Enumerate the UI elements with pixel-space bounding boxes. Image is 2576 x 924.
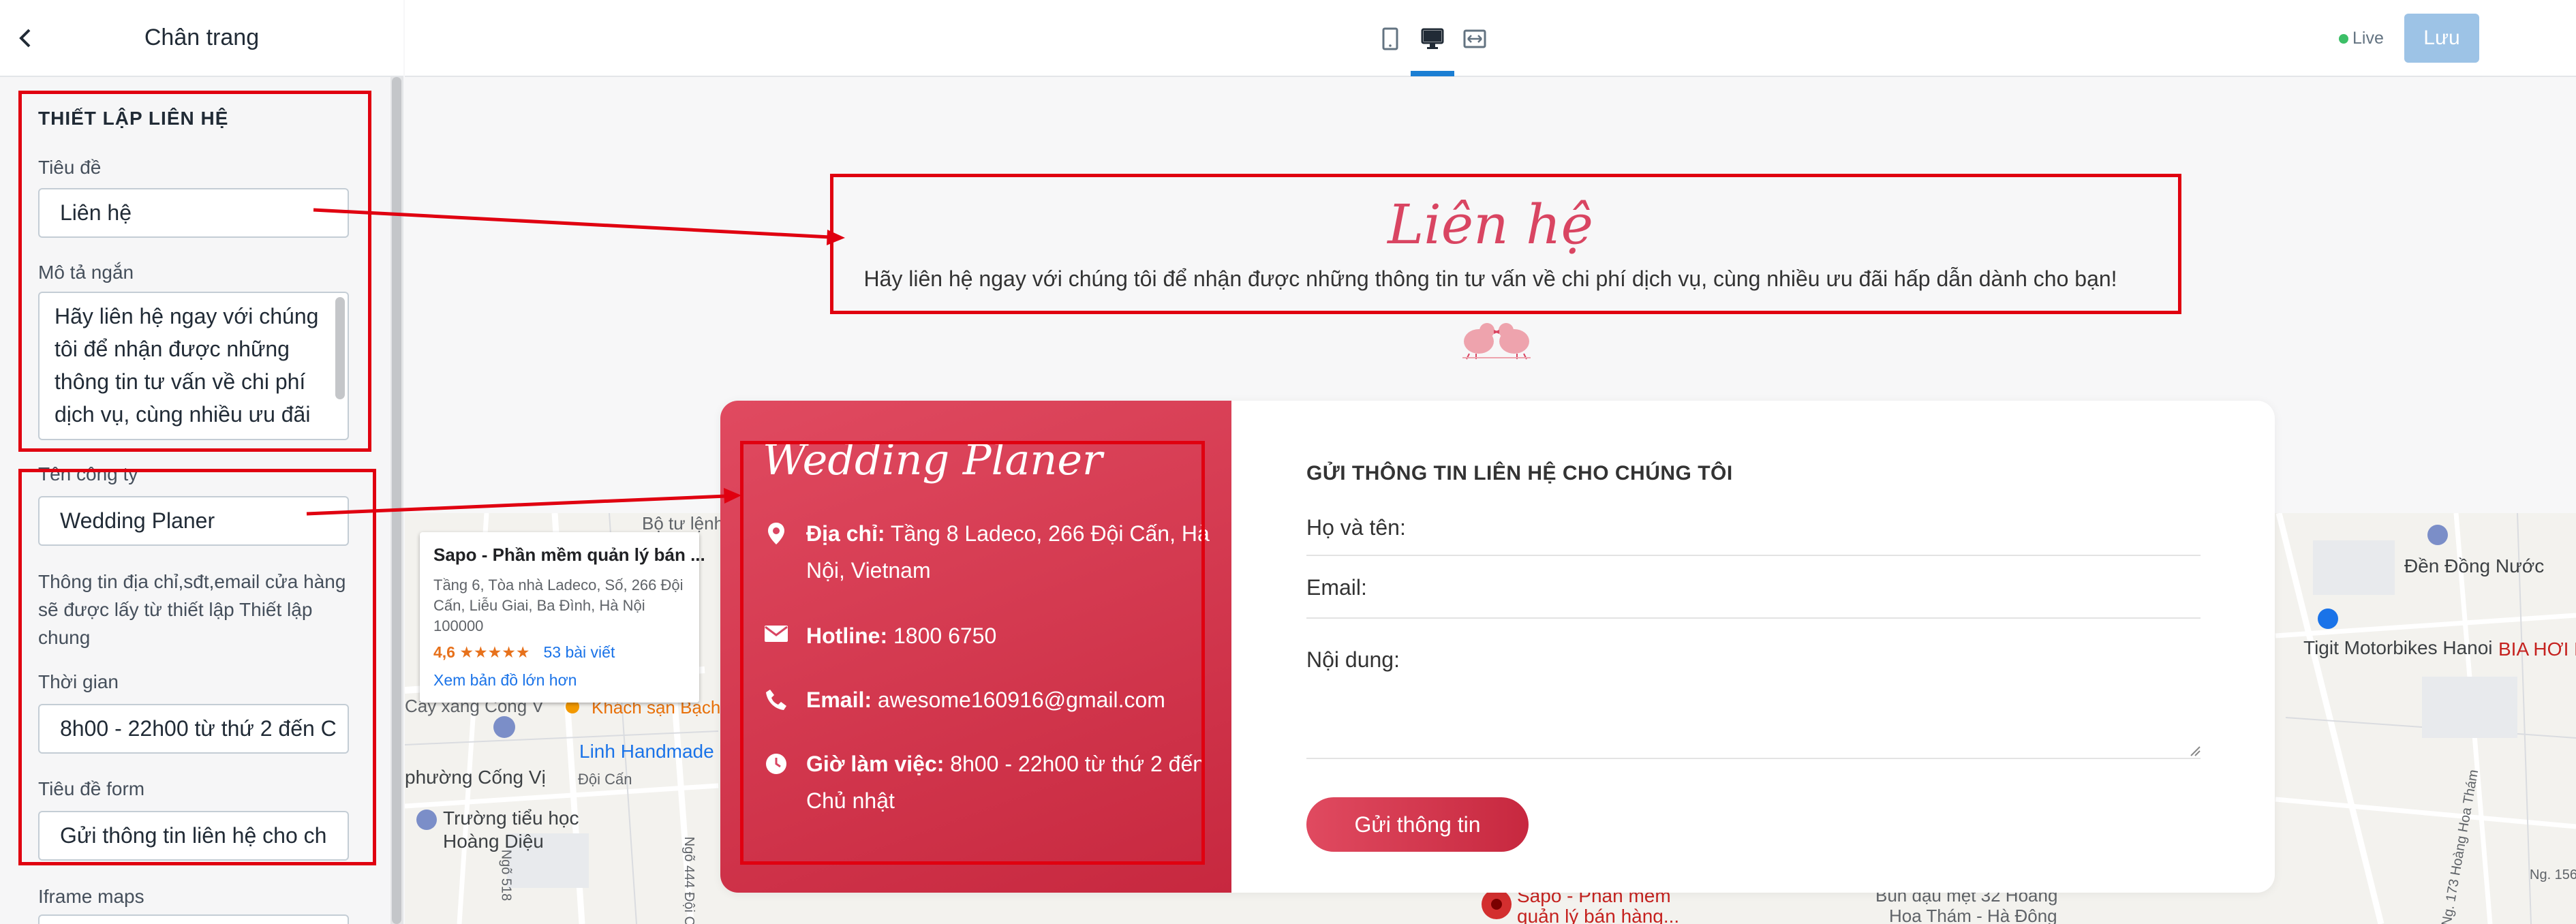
- address-text: Địa chỉ: Tầng 8 Ladeco, 266 Đội Cấn, Hà …: [806, 515, 1212, 589]
- star-rating-icon: ★★★★★: [459, 643, 530, 661]
- contact-info-panel: Wedding Planer Địa chỉ: Tầng 8 Ladeco, 2…: [720, 401, 1231, 893]
- map-card-rating-value: 4,6: [433, 643, 455, 661]
- map-place-card: Sapo - Phần mềm quản lý bán ... Tầng 6, …: [420, 532, 705, 703]
- address-row: Địa chỉ: Tầng 8 Ladeco, 266 Đội Cấn, Hà …: [763, 515, 1212, 589]
- love-birds-icon: [1462, 323, 1531, 360]
- live-label: Live: [2352, 29, 2384, 48]
- section-title: THIẾT LẬP LIÊN HỆ: [38, 108, 229, 129]
- map-card-title: Sapo - Phần mềm quản lý bán ...: [433, 544, 705, 565]
- email-row: Email: awesome160916@gmail.com: [763, 681, 1212, 718]
- map-label-ngo444: Ngõ 444 Đội Cấn: [681, 836, 697, 924]
- form-title: GỬI THÔNG TIN LIÊN HỆ CHO CHÚNG TÔI: [1306, 462, 1733, 484]
- hotline-text: Hotline: 1800 6750: [806, 617, 996, 654]
- save-button[interactable]: Lưu: [2404, 14, 2479, 63]
- hours-label: Giờ làm việc:: [806, 752, 945, 776]
- textarea-scrollbar[interactable]: [335, 297, 345, 399]
- iframe-label: Iframe maps: [38, 886, 144, 907]
- map-label-phuong-cong-vi: phường Cống Vị: [405, 767, 546, 788]
- desktop-icon: [1421, 28, 1444, 49]
- hotline-label: Hotline:: [806, 623, 888, 648]
- address-label: Địa chỉ:: [806, 521, 885, 546]
- content-field[interactable]: Nội dung:: [1306, 647, 2201, 759]
- resize-handle-icon[interactable]: [2188, 744, 2201, 756]
- panel-title: Chân trang: [144, 25, 260, 50]
- map-label-bun-dau-2: Hoa Thám - Hà Đông: [1889, 906, 2057, 924]
- name-field-label: Họ và tên:: [1306, 515, 1406, 540]
- map-label-den-dong-nuoc: Đền Đồng Nước: [2404, 555, 2545, 576]
- map-card-rating: 4,6 ★★★★★ 53 bài viết: [433, 643, 686, 662]
- email-field[interactable]: Email:: [1306, 575, 2201, 619]
- map-card-reviews-link[interactable]: 53 bài viết: [543, 643, 615, 662]
- help-text: Thông tin địa chỉ,sđt,email cửa hàng sẽ …: [38, 571, 346, 648]
- active-tab-indicator: [1411, 71, 1454, 76]
- map-label-hoang-dieu: Hoàng Diệu: [443, 831, 544, 852]
- map-label-linh-handmade: Linh Handmade: [579, 741, 714, 762]
- description-label: Mô tả ngắn: [38, 262, 134, 283]
- email-text: Email: awesome160916@gmail.com: [806, 681, 1165, 718]
- fullwidth-view-button[interactable]: [1458, 22, 1491, 56]
- name-field[interactable]: Họ và tên:: [1306, 515, 2201, 556]
- map-pin-icon: [763, 515, 790, 589]
- time-input[interactable]: 8h00 - 22h00 từ thứ 2 đến C: [38, 704, 349, 754]
- hotline-row: Hotline: 1800 6750: [763, 617, 1212, 654]
- map-card-address: Tầng 6, Tòa nhà Ladeco, Số, 266 Đội Cấn,…: [433, 576, 684, 634]
- map-label-truong: Trường tiểu học: [443, 807, 579, 829]
- panel-scrollbar-thumb[interactable]: [392, 77, 401, 924]
- description-textarea[interactable]: Hãy liên hệ ngay với chúng tôi để nhận đ…: [38, 292, 349, 440]
- hours-text: Giờ làm việc: 8h00 - 22h00 từ thứ 2 đến …: [806, 745, 1212, 819]
- live-status: Live: [2339, 29, 2384, 48]
- mobile-icon: [1382, 27, 1398, 50]
- title-label: Tiêu đề: [38, 157, 102, 178]
- iframe-input[interactable]: [38, 914, 349, 924]
- submit-button[interactable]: Gửi thông tin: [1306, 797, 1529, 852]
- map-label-ng156: Ng. 156: [2530, 867, 2576, 882]
- map-label-ngo: Ngõ 518: [498, 849, 514, 902]
- hotline-value: 1800 6750: [893, 623, 997, 648]
- hours-row: Giờ làm việc: 8h00 - 22h00 từ thứ 2 đến …: [763, 745, 1212, 819]
- company-label: Tên công ty: [38, 463, 138, 484]
- settings-panel: Chân trang THIẾT LẬP LIÊN HỆ Tiêu đề Liê…: [0, 0, 403, 924]
- email-value: awesome160916@gmail.com: [877, 688, 1165, 712]
- clock-icon: [763, 745, 790, 819]
- mobile-view-button[interactable]: [1374, 22, 1407, 56]
- email-field-label: Email:: [1306, 575, 1367, 600]
- company-input[interactable]: Wedding Planer: [38, 496, 349, 546]
- map-card-rating-row: 4,6 ★★★★★: [433, 643, 530, 662]
- contact-subheading: Hãy liên hệ ngay với chúng tôi để nhận đ…: [863, 266, 2117, 291]
- company-name: Wedding Planer: [763, 435, 1103, 484]
- top-bar: Live Lưu: [405, 0, 2576, 77]
- map-label-tigit: Tigit Motorbikes Hanoi: [2303, 637, 2493, 658]
- panel-header: Chân trang: [0, 0, 403, 77]
- email-label: Email:: [806, 688, 872, 712]
- phone-icon: [763, 681, 790, 718]
- map-label-doi-can: Đội Cấn: [578, 771, 632, 788]
- bigger-map-link[interactable]: Xem bản đồ lớn hơn: [433, 671, 686, 690]
- map-label-bo-tu-lenh: Bộ tư lệnh: [642, 513, 724, 534]
- map-label-sapo-pin-2: quản lý bán hàng...: [1517, 906, 1680, 924]
- fullwidth-icon: [1463, 29, 1486, 48]
- envelope-icon: [763, 617, 790, 654]
- live-dot-icon: [2339, 33, 2348, 44]
- time-label: Thời gian: [38, 671, 119, 692]
- form-title-label: Tiêu đề form: [38, 778, 145, 799]
- preview-canvas: Bộ tư lệnh Cây xăng Cống V Khách sạn Bạc…: [405, 77, 2576, 924]
- title-input[interactable]: Liên hệ: [38, 188, 349, 238]
- map-label-bia-hoi: BIA HƠI L: [2498, 638, 2576, 660]
- desktop-view-button[interactable]: [1416, 22, 1449, 56]
- content-field-label: Nội dung:: [1306, 647, 1400, 672]
- contact-card: Wedding Planer Địa chỉ: Tầng 8 Ladeco, 2…: [720, 401, 2275, 893]
- form-title-input[interactable]: Gửi thông tin liên hệ cho ch: [38, 811, 349, 861]
- panel-scrollbar[interactable]: [390, 77, 403, 924]
- contact-heading: Liên hệ: [1387, 193, 1593, 256]
- description-text: Hãy liên hệ ngay với chúng tôi để nhận đ…: [55, 304, 319, 427]
